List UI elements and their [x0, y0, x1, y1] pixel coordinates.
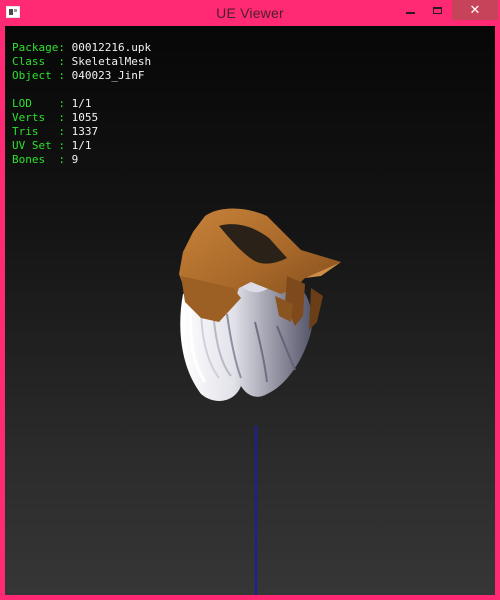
mesh-render[interactable]: [5, 26, 495, 595]
close-button[interactable]: ✕: [452, 0, 498, 20]
minimize-icon: [406, 12, 415, 14]
maximize-button[interactable]: [424, 0, 451, 20]
3d-viewport[interactable]: Package: 00012216.upk Class : SkeletalMe…: [5, 26, 495, 595]
minimize-button[interactable]: [397, 0, 424, 20]
z-axis-line: [255, 426, 257, 595]
maximize-icon: [433, 6, 442, 14]
ue-viewer-window: UE Viewer ✕ Package: 00012216.upk Class …: [0, 0, 500, 600]
close-icon: ✕: [469, 2, 481, 18]
title-bar[interactable]: UE Viewer ✕: [0, 0, 500, 26]
